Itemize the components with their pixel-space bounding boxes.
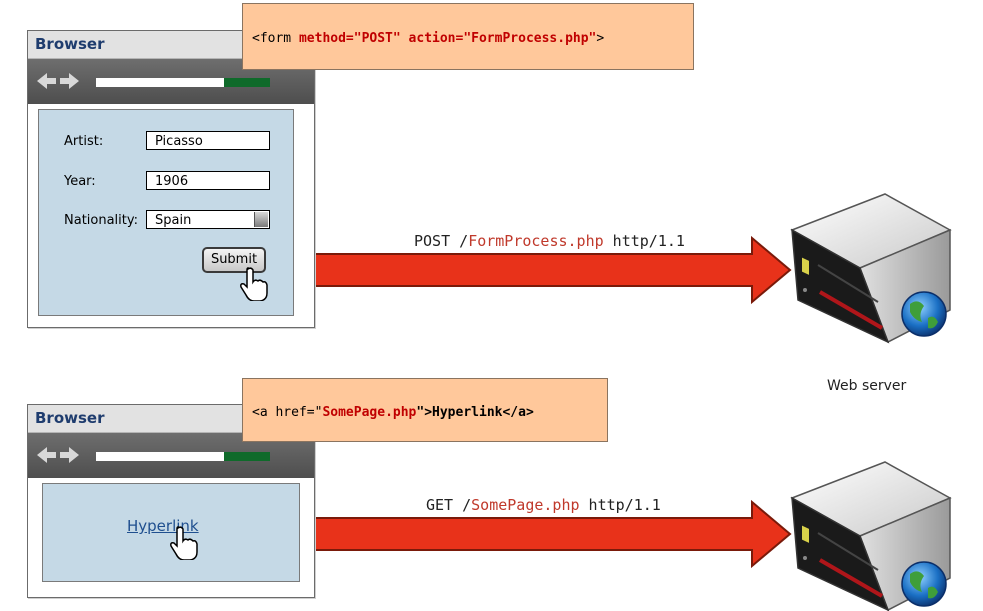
anchor-code-box: <a href="SomePage.php">Hyperlink</a> xyxy=(242,378,608,442)
nationality-value: Spain xyxy=(155,213,192,228)
code-mid: "> xyxy=(416,405,433,420)
artist-field[interactable]: Picasso xyxy=(146,131,270,150)
web-server-label: Web server xyxy=(827,378,907,394)
globe-icon xyxy=(901,291,947,337)
form-code-box: <form method="POST" action="FormProcess.… xyxy=(242,3,694,70)
request-method: POST / xyxy=(414,232,469,250)
code-href-value: SomePage.php xyxy=(322,405,417,420)
request-path: FormProcess.php xyxy=(468,232,604,250)
link-panel: Hyperlink xyxy=(42,483,300,582)
globe-icon xyxy=(901,561,947,607)
nationality-label: Nationality: xyxy=(64,213,139,228)
code-link-text: Hyperlink</a> xyxy=(432,405,534,420)
year-field[interactable]: 1906 xyxy=(146,171,270,190)
hand-pointer-icon xyxy=(170,526,198,560)
post-request-text: POST /FormProcess.php http/1.1 xyxy=(414,232,685,250)
address-bar[interactable] xyxy=(96,78,270,87)
code-prefix: <a href=" xyxy=(252,405,323,420)
back-arrow-icon[interactable] xyxy=(37,447,56,463)
nav-arrows xyxy=(37,447,79,463)
forward-arrow-icon[interactable] xyxy=(60,447,79,463)
loading-progress xyxy=(224,78,270,87)
request-protocol: http/1.1 xyxy=(579,496,661,514)
artist-label: Artist: xyxy=(64,134,104,149)
get-request-text: GET /SomePage.php http/1.1 xyxy=(426,496,661,514)
forward-arrow-icon[interactable] xyxy=(60,73,79,89)
address-bar[interactable] xyxy=(96,452,270,461)
code-form-attributes: method="POST" action="FormProcess.php" xyxy=(298,31,597,46)
loading-progress xyxy=(224,452,270,461)
browser-title: Browser xyxy=(35,409,105,427)
browser-title: Browser xyxy=(35,35,105,53)
nationality-select[interactable]: Spain xyxy=(146,210,270,229)
code-prefix: <form xyxy=(252,31,299,46)
request-path: SomePage.php xyxy=(471,496,580,514)
code-suffix: > xyxy=(596,31,605,46)
back-arrow-icon[interactable] xyxy=(37,73,56,89)
browser-window-top: Browser Artist: Picasso Year: 1906 Natio… xyxy=(27,30,315,328)
hand-pointer-icon xyxy=(240,267,268,301)
nav-arrows xyxy=(37,73,79,89)
chevron-down-icon[interactable] xyxy=(254,212,268,227)
year-label: Year: xyxy=(64,174,96,189)
form-panel: Artist: Picasso Year: 1906 Nationality: … xyxy=(38,109,294,316)
request-protocol: http/1.1 xyxy=(603,232,685,250)
request-method: GET / xyxy=(426,496,472,514)
